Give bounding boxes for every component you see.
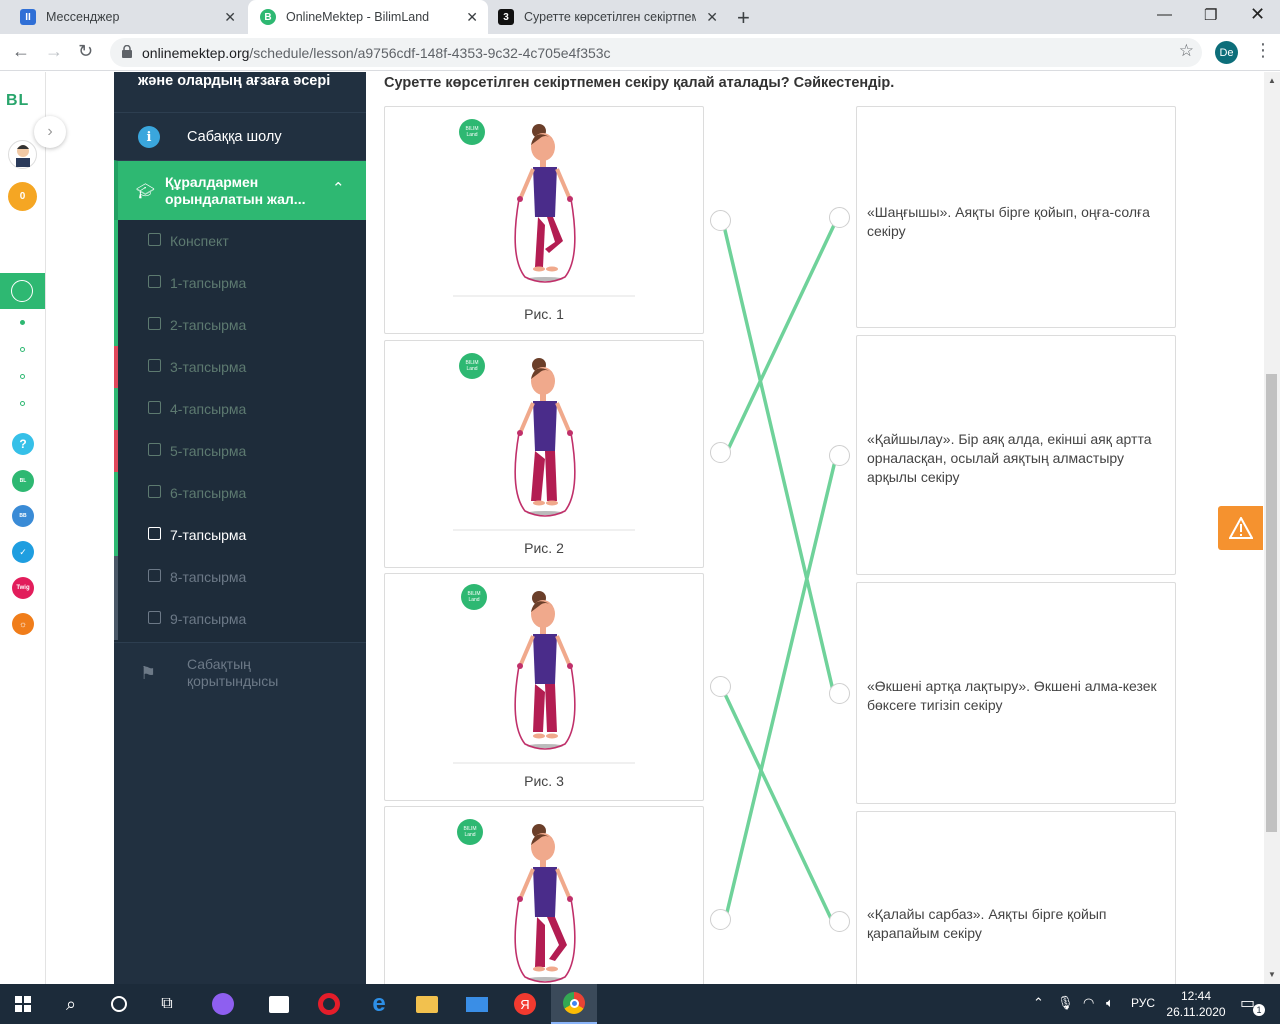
- match-line: [722, 222, 837, 459]
- left-match-node[interactable]: [710, 676, 731, 697]
- expand-rail-button[interactable]: ›: [34, 116, 66, 148]
- left-match-node[interactable]: [710, 442, 731, 463]
- match-lines: [722, 222, 837, 928]
- left-match-node[interactable]: [710, 210, 731, 231]
- right-match-node[interactable]: [829, 683, 850, 704]
- match-line: [722, 691, 837, 928]
- match-line: [722, 460, 837, 926]
- match-line: [722, 225, 837, 700]
- right-match-node[interactable]: [829, 207, 850, 228]
- right-match-node[interactable]: [829, 911, 850, 932]
- left-match-node[interactable]: [710, 909, 731, 930]
- right-match-node[interactable]: [829, 445, 850, 466]
